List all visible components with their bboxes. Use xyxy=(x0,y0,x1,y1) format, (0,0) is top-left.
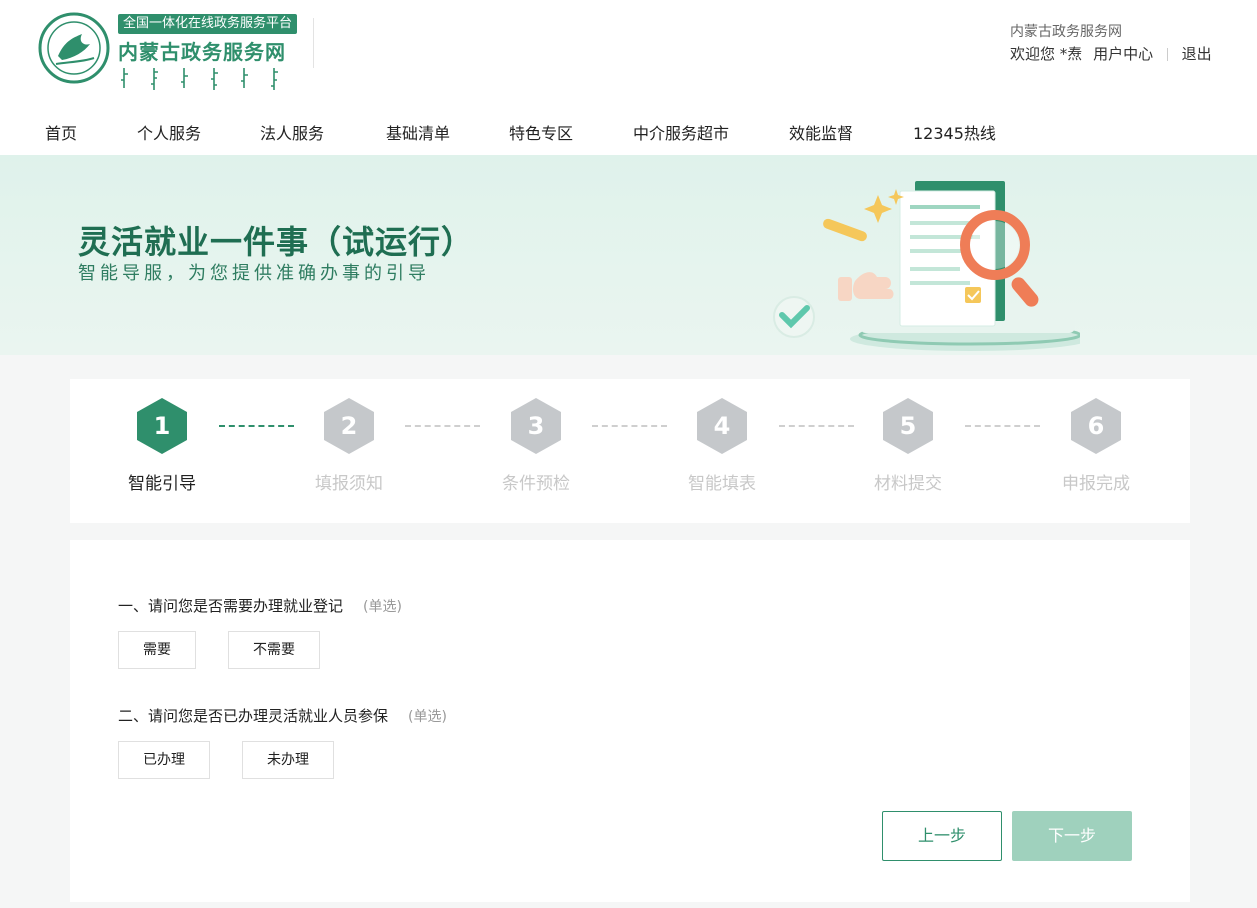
step-label: 智能引导 xyxy=(128,474,196,494)
main-nav: 首页 个人服务 法人服务 基础清单 特色专区 中介服务超市 效能监督 12345… xyxy=(0,120,1257,150)
step-label: 填报须知 xyxy=(315,474,383,494)
nav-legal-entity-services[interactable]: 法人服务 xyxy=(260,120,324,144)
logo-title: 内蒙古政务服务网 xyxy=(118,40,286,64)
emblem-icon xyxy=(38,12,110,84)
question-2: 二、请问您是否已办理灵活就业人员参保 (单选) xyxy=(118,705,447,726)
step-connector xyxy=(965,425,1040,427)
hexagon-icon: 5 xyxy=(882,397,934,455)
logo-tag: 全国一体化在线政务服务平台 xyxy=(118,14,298,34)
question-hint: (单选) xyxy=(363,599,402,615)
banner-subtitle: 智能导服，为您提供准确办事的引导 xyxy=(78,263,430,284)
banner-title: 灵活就业一件事（试运行） xyxy=(78,223,475,261)
step-1: 1 智能引导 xyxy=(112,397,212,494)
hexagon-icon: 2 xyxy=(323,397,375,455)
user-center-link[interactable]: 用户中心 xyxy=(1093,44,1153,64)
guide-form: 一、请问您是否需要办理就业登记 (单选) 需要 不需要 二、请问您是否已办理灵活就… xyxy=(70,540,1190,902)
step-label: 条件预检 xyxy=(502,474,570,494)
option-not-processed[interactable]: 未办理 xyxy=(242,741,334,779)
welcome-text: 欢迎您 *焘 xyxy=(1010,45,1083,63)
step-number: 3 xyxy=(527,412,545,440)
header-divider xyxy=(313,18,314,68)
nav-home[interactable]: 首页 xyxy=(45,120,77,144)
step-connector xyxy=(779,425,854,427)
step-label: 智能填表 xyxy=(688,474,756,494)
option-need[interactable]: 需要 xyxy=(118,631,196,669)
nav-special-zone[interactable]: 特色专区 xyxy=(509,120,573,144)
option-processed[interactable]: 已办理 xyxy=(118,741,210,779)
step-3: 3 条件预检 xyxy=(486,397,586,494)
hexagon-icon: 4 xyxy=(696,397,748,455)
logo-mongolian-script xyxy=(120,66,300,95)
logout-link[interactable]: 退出 xyxy=(1182,44,1212,64)
step-label: 申报完成 xyxy=(1062,474,1130,494)
step-connector xyxy=(405,425,480,427)
previous-step-button[interactable]: 上一步 xyxy=(882,811,1002,861)
step-number: 5 xyxy=(899,412,917,440)
option-not-need[interactable]: 不需要 xyxy=(228,631,320,669)
step-label: 材料提交 xyxy=(874,474,942,494)
user-area: 内蒙古政务服务网 欢迎您 *焘 用户中心 退出 xyxy=(1010,22,1220,64)
step-4: 4 智能填表 xyxy=(672,397,772,494)
nav-agency-market[interactable]: 中介服务超市 xyxy=(633,120,729,144)
step-2: 2 填报须知 xyxy=(299,397,399,494)
step-6: 6 申报完成 xyxy=(1046,397,1146,494)
hexagon-icon: 6 xyxy=(1070,397,1122,455)
step-5: 5 材料提交 xyxy=(858,397,958,494)
site-header: 全国一体化在线政务服务平台 内蒙古政务服务网 内蒙古政务服务网 欢迎您 *焘 用… xyxy=(0,0,1257,155)
hexagon-icon: 1 xyxy=(136,397,188,455)
step-connector xyxy=(219,425,294,427)
step-number: 6 xyxy=(1087,412,1105,440)
site-name: 内蒙古政务服务网 xyxy=(1010,24,1122,40)
nav-basic-list[interactable]: 基础清单 xyxy=(386,120,450,144)
step-number: 2 xyxy=(340,412,358,440)
question-text: 一、请问您是否需要办理就业登记 xyxy=(118,597,344,615)
next-step-button[interactable]: 下一步 xyxy=(1012,811,1132,861)
nav-hotline[interactable]: 12345热线 xyxy=(913,120,996,144)
step-number: 1 xyxy=(153,412,171,440)
user-divider xyxy=(1166,48,1168,61)
nav-personal-services[interactable]: 个人服务 xyxy=(137,120,201,144)
document-search-illustration xyxy=(773,181,1080,351)
step-progress: 1 智能引导 2 填报须知 3 条件预检 4 智能填表 5 材料提交 6 申报完… xyxy=(70,379,1190,523)
hero-banner: 灵活就业一件事（试运行） 智能导服，为您提供准确办事的引导 xyxy=(0,155,1257,355)
site-logo[interactable]: 全国一体化在线政务服务平台 内蒙古政务服务网 xyxy=(38,12,298,98)
nav-efficiency-supervision[interactable]: 效能监督 xyxy=(789,120,853,144)
user-line: 欢迎您 *焘 用户中心 退出 xyxy=(1010,44,1220,64)
step-number: 4 xyxy=(713,412,731,440)
question-1: 一、请问您是否需要办理就业登记 (单选) xyxy=(118,595,402,616)
question-hint: (单选) xyxy=(408,709,447,725)
step-connector xyxy=(592,425,667,427)
hexagon-icon: 3 xyxy=(510,397,562,455)
question-text: 二、请问您是否已办理灵活就业人员参保 xyxy=(118,707,389,725)
